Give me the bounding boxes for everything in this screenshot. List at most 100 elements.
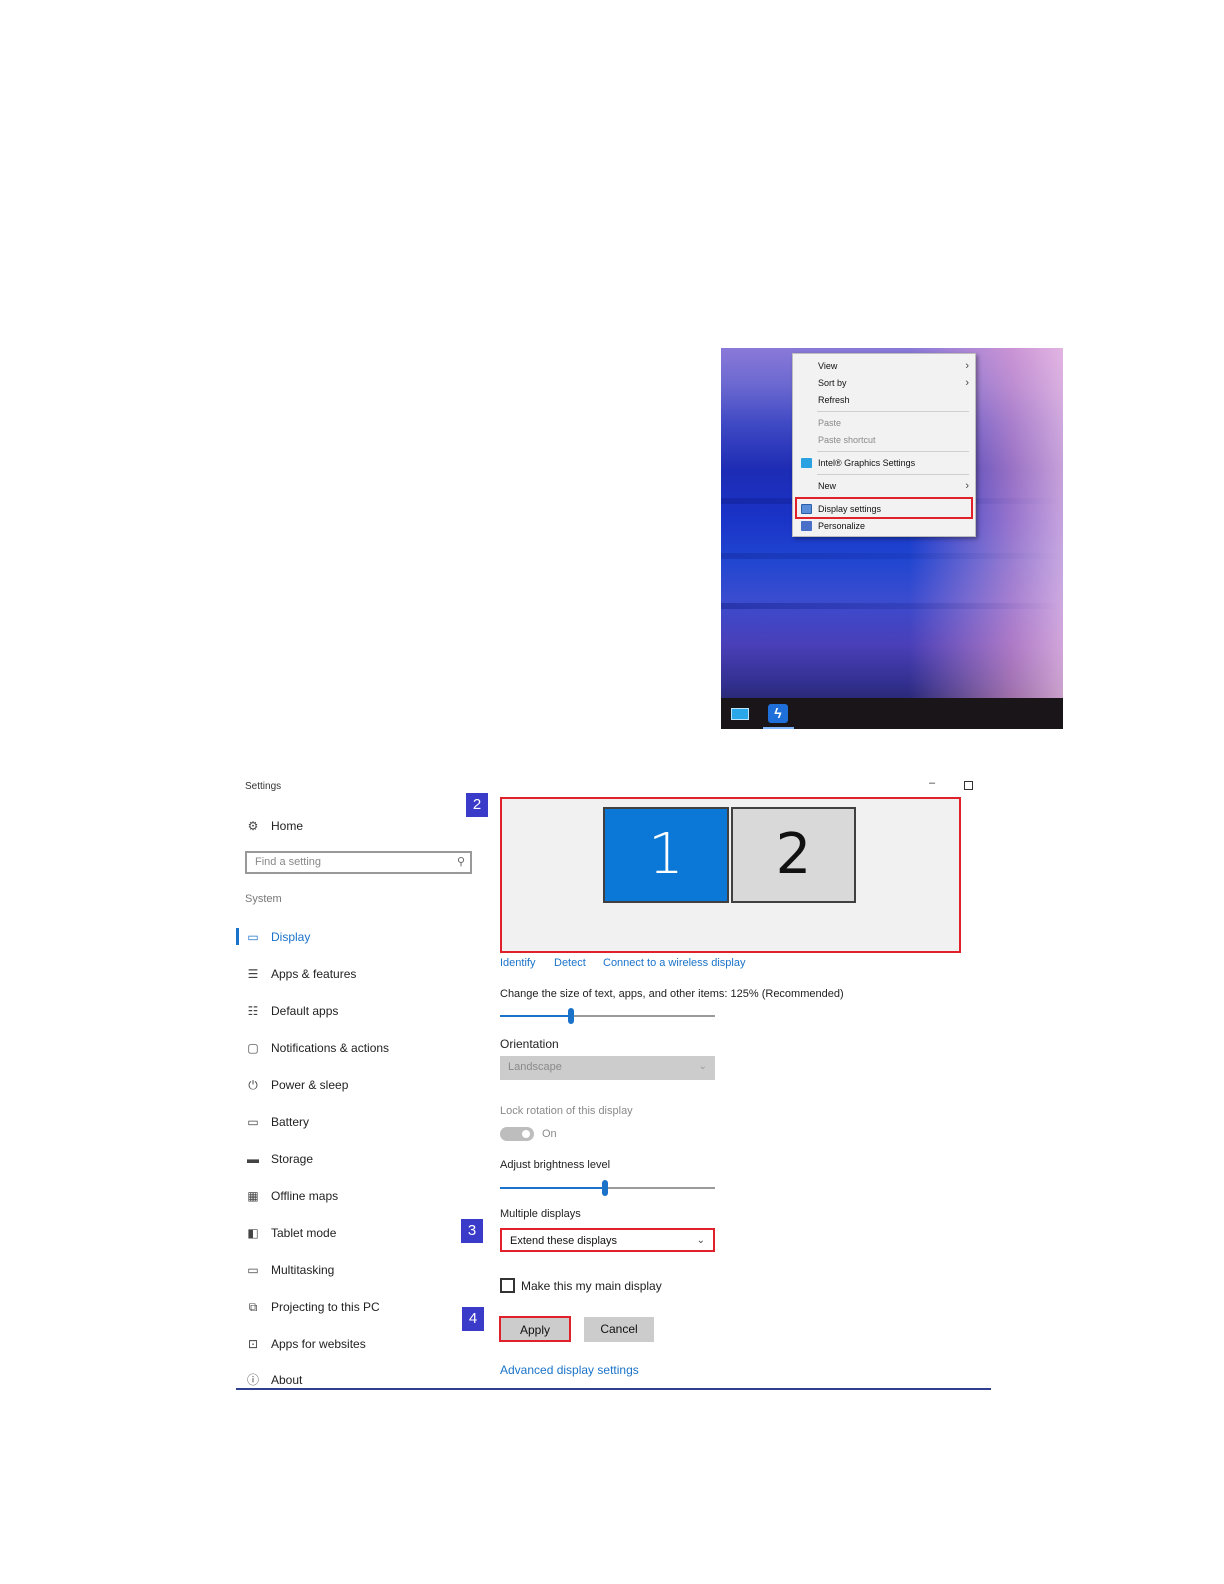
- chevron-down-icon: ⌄: [696, 1235, 705, 1246]
- main-display-label: Make this my main display: [521, 1279, 662, 1293]
- menu-item-label: Refresh: [818, 395, 850, 405]
- sidebar-item-projecting[interactable]: ⧉ Projecting to this PC: [245, 1298, 380, 1316]
- bottom-rule: [236, 1388, 991, 1390]
- sidebar-item-label: Notifications & actions: [271, 1041, 390, 1055]
- monitor-icon: ▭: [247, 930, 259, 944]
- wallpaper-streak: [721, 603, 1063, 609]
- menu-item-label: View: [818, 361, 838, 371]
- sidebar-item-about[interactable]: ⓘ About: [245, 1371, 302, 1389]
- taskbar: ϟ: [721, 698, 1063, 729]
- menu-item-label: Paste shortcut: [818, 435, 876, 445]
- multiple-displays-dropdown[interactable]: Extend these displays ⌄: [500, 1228, 715, 1252]
- battery-icon: ▭: [247, 1115, 259, 1129]
- default-apps-icon: ☷: [247, 1004, 259, 1018]
- orientation-value: Landscape: [508, 1061, 562, 1073]
- search-placeholder: Find a setting: [255, 856, 322, 868]
- nav-home-label: Home: [271, 819, 304, 833]
- brightness-slider-fill: [500, 1187, 605, 1189]
- menu-separator: [817, 451, 969, 452]
- apply-button[interactable]: Apply: [499, 1316, 571, 1342]
- connect-wireless-link[interactable]: Connect to a wireless display: [603, 957, 745, 969]
- sidebar-item-label: Display: [271, 930, 311, 944]
- display-settings-highlight: [795, 497, 973, 519]
- detect-link[interactable]: Detect: [554, 957, 586, 969]
- chevron-down-icon: ⌄: [698, 1061, 707, 1072]
- menu-item-intel-graphics[interactable]: Intel® Graphics Settings: [793, 455, 975, 471]
- gear-icon: ⚙: [247, 819, 259, 833]
- scale-slider-thumb[interactable]: [568, 1008, 574, 1024]
- projecting-icon: ⧉: [248, 1300, 258, 1314]
- sidebar-item-tablet-mode[interactable]: ◧ Tablet mode: [245, 1224, 336, 1242]
- lock-rotation-label: Lock rotation of this display: [500, 1105, 633, 1117]
- lock-rotation-state: On: [542, 1128, 557, 1140]
- menu-item-label: Personalize: [818, 521, 866, 531]
- sidebar-item-label: Power & sleep: [271, 1078, 349, 1092]
- brightness-label: Adjust brightness level: [500, 1159, 611, 1171]
- sidebar-item-notifications[interactable]: ▢ Notifications & actions: [245, 1039, 389, 1057]
- menu-item-label: Paste: [818, 418, 842, 428]
- intel-graphics-icon: [801, 458, 812, 468]
- brightness-slider-thumb[interactable]: [602, 1180, 608, 1196]
- chevron-right-icon: ›: [965, 360, 969, 372]
- sidebar-item-power-sleep[interactable]: ⏻ Power & sleep: [245, 1076, 348, 1094]
- desktop-context-menu: View › Sort by › Refresh Paste Paste sho…: [792, 353, 976, 537]
- main-display-checkbox[interactable]: [500, 1278, 515, 1293]
- search-input[interactable]: Find a setting ⚲: [245, 851, 472, 874]
- sidebar-item-label: Storage: [271, 1152, 314, 1166]
- menu-item-paste: Paste: [793, 415, 975, 431]
- menu-item-new[interactable]: New ›: [793, 478, 975, 494]
- multitasking-icon: ▭: [247, 1263, 259, 1277]
- cancel-button[interactable]: Cancel: [584, 1317, 654, 1342]
- monitor-2[interactable]: 2: [731, 807, 856, 903]
- step-badge-3: 3: [461, 1219, 483, 1243]
- chevron-right-icon: ›: [965, 377, 969, 389]
- list-icon: ☰: [247, 967, 259, 981]
- sidebar-item-battery[interactable]: ▭ Battery: [245, 1113, 309, 1131]
- search-icon[interactable]: ⚲: [457, 853, 465, 872]
- thunderbolt-icon[interactable]: ϟ: [768, 704, 788, 723]
- menu-item-view[interactable]: View ›: [793, 358, 975, 374]
- sidebar-item-offline-maps[interactable]: ▦ Offline maps: [245, 1187, 338, 1205]
- menu-item-label: Sort by: [818, 378, 847, 388]
- menu-item-refresh[interactable]: Refresh: [793, 392, 975, 408]
- sidebar-item-apps-websites[interactable]: ⊡ Apps for websites: [245, 1335, 366, 1353]
- sidebar-item-label: Projecting to this PC: [271, 1300, 380, 1314]
- nav-home[interactable]: ⚙ Home: [245, 817, 303, 835]
- notification-icon: ▢: [247, 1041, 259, 1055]
- identify-link[interactable]: Identify: [500, 957, 535, 969]
- sidebar-item-default-apps[interactable]: ☷ Default apps: [245, 1002, 339, 1020]
- multiple-displays-value: Extend these displays: [510, 1235, 618, 1247]
- sidebar-item-storage[interactable]: ▬ Storage: [245, 1150, 313, 1168]
- maximize-icon[interactable]: [964, 781, 973, 790]
- menu-item-paste-shortcut: Paste shortcut: [793, 432, 975, 448]
- section-label-system: System: [245, 893, 282, 905]
- wallpaper-streak: [721, 553, 1063, 559]
- personalize-icon: [801, 521, 812, 531]
- desktop-app-icon[interactable]: [731, 708, 749, 720]
- storage-icon: ▬: [247, 1152, 259, 1166]
- info-icon: ⓘ: [246, 1373, 259, 1387]
- orientation-dropdown: Landscape ⌄: [500, 1056, 715, 1080]
- desktop-screenshot: View › Sort by › Refresh Paste Paste sho…: [721, 348, 1063, 729]
- sidebar-item-label: Apps for websites: [271, 1337, 366, 1351]
- menu-item-sort-by[interactable]: Sort by ›: [793, 375, 975, 391]
- sidebar-item-label: Apps & features: [271, 967, 357, 981]
- menu-item-personalize[interactable]: Personalize: [793, 518, 975, 534]
- power-icon: ⏻: [248, 1078, 258, 1092]
- sidebar-item-apps-features[interactable]: ☰ Apps & features: [245, 965, 357, 983]
- nav-active-indicator: [236, 928, 239, 945]
- sidebar-item-multitasking[interactable]: ▭ Multitasking: [245, 1261, 334, 1279]
- scale-slider-fill: [500, 1015, 571, 1017]
- orientation-label: Orientation: [500, 1037, 559, 1051]
- advanced-display-settings-link[interactable]: Advanced display settings: [500, 1363, 639, 1377]
- menu-separator: [817, 411, 969, 412]
- scale-label: Change the size of text, apps, and other…: [500, 988, 844, 1000]
- map-icon: ▦: [247, 1189, 259, 1203]
- monitor-1[interactable]: 1: [603, 807, 729, 903]
- sidebar-item-display[interactable]: ▭ Display: [245, 928, 310, 946]
- minimize-icon[interactable]: –: [929, 777, 935, 789]
- sidebar-item-label: Tablet mode: [271, 1226, 337, 1240]
- toggle-knob: [522, 1130, 530, 1138]
- chevron-right-icon: ›: [965, 480, 969, 492]
- step-badge-2: 2: [466, 793, 488, 817]
